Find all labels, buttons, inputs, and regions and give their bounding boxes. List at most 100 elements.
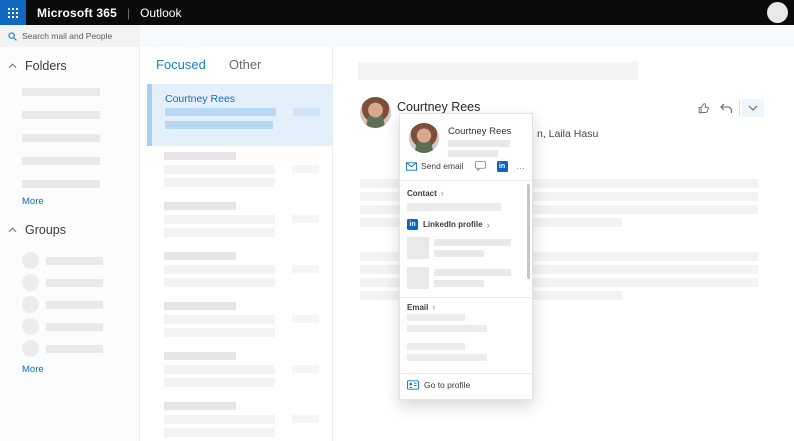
group-avatar-placeholder xyxy=(22,318,39,335)
message-subject-placeholder xyxy=(164,165,275,174)
folders-more-link[interactable]: More xyxy=(22,196,44,207)
message-item[interactable] xyxy=(140,252,333,287)
message-item[interactable] xyxy=(140,352,333,387)
linkedin-section-header[interactable]: in LinkedIn profile › xyxy=(407,219,490,230)
expand-message-button[interactable] xyxy=(742,99,764,117)
contact-card-actions: Send email in … xyxy=(406,159,526,173)
chevron-up-icon[interactable] xyxy=(8,63,17,69)
chevron-right-icon: › xyxy=(440,188,444,198)
message-subject-placeholder xyxy=(164,315,275,324)
linkedin-icon: in xyxy=(407,219,418,230)
folder-placeholder-item[interactable] xyxy=(22,111,100,119)
reply-button[interactable] xyxy=(715,99,737,117)
message-preview-placeholder xyxy=(165,121,273,129)
email-section-header[interactable]: Email › xyxy=(407,302,435,312)
search-icon xyxy=(8,31,17,41)
card-scrollbar[interactable] xyxy=(527,184,530,279)
tab-focused[interactable]: Focused xyxy=(156,57,206,72)
search-input[interactable]: Search mail and People xyxy=(0,25,140,47)
message-sender-placeholder xyxy=(164,252,236,260)
message-sender-placeholder xyxy=(164,352,236,360)
selected-indicator xyxy=(147,84,152,146)
message-placeholder-list xyxy=(140,152,333,441)
command-bar: Search mail and People xyxy=(0,25,794,47)
message-preview-placeholder xyxy=(164,328,275,337)
subject-placeholder xyxy=(358,62,638,80)
folder-placeholder-item[interactable] xyxy=(22,88,100,96)
chevron-right-icon: › xyxy=(432,302,436,312)
folders-section-label: Folders xyxy=(25,59,67,73)
contact-section-header[interactable]: Contact › xyxy=(407,188,444,198)
more-options-button[interactable]: … xyxy=(516,161,526,171)
message-item[interactable] xyxy=(140,402,333,437)
folder-placeholder-item[interactable] xyxy=(22,134,100,142)
product-title[interactable]: Outlook xyxy=(140,6,181,20)
linkedin-section-label: LinkedIn profile xyxy=(423,220,483,229)
brand-divider: | xyxy=(126,5,131,20)
message-sender-placeholder xyxy=(164,302,236,310)
message-item[interactable] xyxy=(140,152,333,187)
profile-card-icon xyxy=(407,380,419,390)
group-placeholder-item[interactable] xyxy=(22,296,103,313)
like-button[interactable] xyxy=(693,99,715,117)
contact-info-placeholder xyxy=(407,203,501,211)
group-placeholder-item[interactable] xyxy=(22,340,103,357)
outlook-window: Microsoft 365 | Outlook Search mail and … xyxy=(0,0,794,441)
message-time-placeholder xyxy=(292,215,319,223)
chevron-right-icon: › xyxy=(486,219,490,230)
message-time-placeholder xyxy=(292,415,319,423)
folder-placeholder-item[interactable] xyxy=(22,157,100,165)
go-to-profile-label: Go to profile xyxy=(424,380,471,390)
send-email-label: Send email xyxy=(421,161,464,171)
linkedin-entry-subtitle-placeholder xyxy=(434,280,484,287)
app-launcher-button[interactable] xyxy=(0,0,26,25)
group-placeholder-item[interactable] xyxy=(22,274,103,291)
send-email-button[interactable]: Send email xyxy=(406,161,464,171)
groups-section-header[interactable]: Groups xyxy=(8,223,66,237)
sender-name[interactable]: Courtney Rees xyxy=(397,100,480,114)
linkedin-button[interactable]: in xyxy=(496,160,508,172)
email-entry-placeholder xyxy=(407,314,465,321)
message-sender-placeholder xyxy=(164,402,236,410)
message-subject-placeholder xyxy=(165,108,276,116)
message-item[interactable] xyxy=(140,302,333,337)
group-name-placeholder xyxy=(46,344,103,353)
email-entry-placeholder xyxy=(407,354,487,361)
folders-section-header[interactable]: Folders xyxy=(8,59,67,73)
chevron-up-icon[interactable] xyxy=(8,227,17,233)
message-time-placeholder xyxy=(292,265,319,273)
email-entry-placeholder xyxy=(407,325,487,332)
tab-other[interactable]: Other xyxy=(229,57,262,72)
reply-icon xyxy=(720,103,733,113)
email-entry-placeholder xyxy=(407,343,465,350)
message-subject-placeholder xyxy=(164,265,275,274)
chat-button[interactable] xyxy=(474,161,486,171)
account-avatar[interactable] xyxy=(767,2,788,23)
groups-section-label: Groups xyxy=(25,223,66,237)
message-subject-placeholder xyxy=(164,215,275,224)
brand-title[interactable]: Microsoft 365 xyxy=(37,6,117,20)
folder-sidebar: Folders More Groups More xyxy=(0,47,140,441)
group-placeholder-item[interactable] xyxy=(22,318,103,335)
folder-placeholder-list xyxy=(22,88,100,203)
card-divider xyxy=(400,297,532,298)
linkedin-entry-title-placeholder xyxy=(434,269,511,276)
linkedin-logo-placeholder xyxy=(407,237,429,259)
sender-avatar[interactable] xyxy=(360,97,391,128)
group-placeholder-item[interactable] xyxy=(22,252,103,269)
message-subject-placeholder xyxy=(164,365,275,374)
message-time-placeholder xyxy=(293,108,320,116)
go-to-profile-button[interactable]: Go to profile xyxy=(407,380,470,390)
folder-placeholder-item[interactable] xyxy=(22,180,100,188)
chevron-down-icon xyxy=(748,105,758,111)
groups-more-link[interactable]: More xyxy=(22,364,44,375)
envelope-icon xyxy=(406,161,417,171)
message-item[interactable] xyxy=(140,202,333,237)
chat-icon xyxy=(474,161,486,171)
group-name-placeholder xyxy=(46,322,103,331)
email-section-label: Email xyxy=(407,302,429,312)
contact-card-popup: Courtney Rees Send email in … Contact › … xyxy=(399,113,533,400)
selected-message-item[interactable]: Courtney Rees xyxy=(147,84,333,146)
message-time-placeholder xyxy=(292,315,319,323)
card-divider xyxy=(400,180,532,181)
